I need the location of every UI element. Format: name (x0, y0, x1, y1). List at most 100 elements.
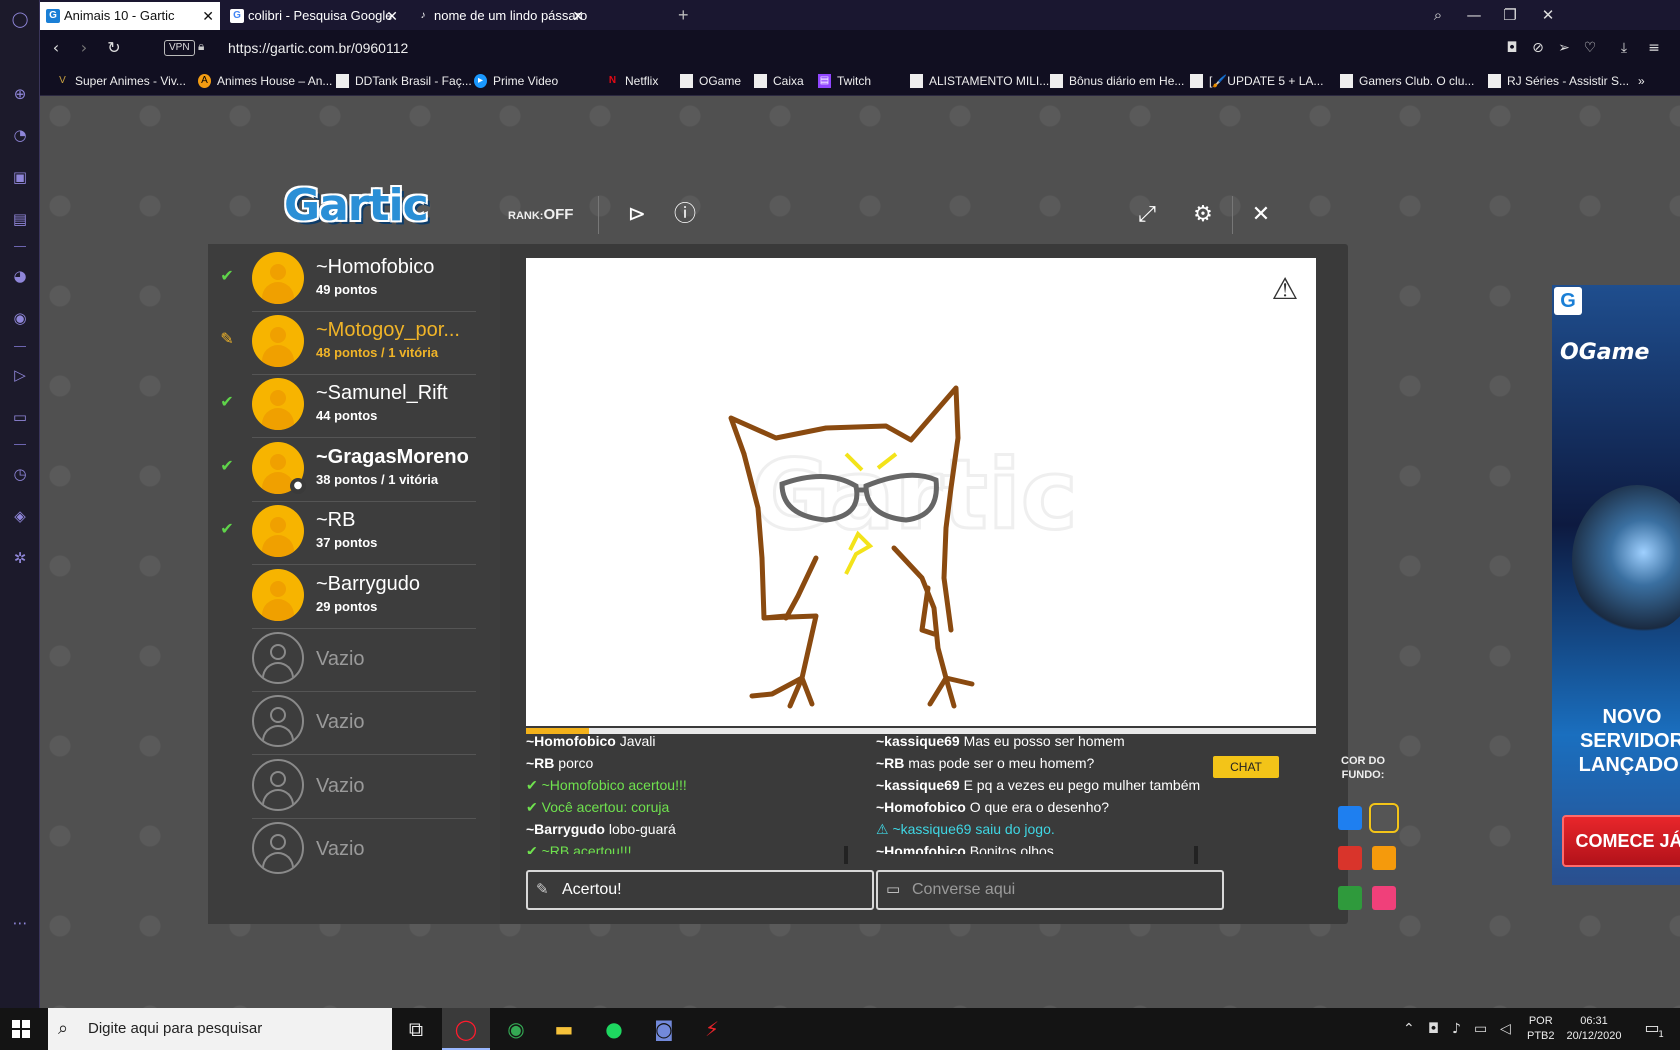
network-icon[interactable]: ▭ (1474, 1008, 1487, 1050)
close-room-icon[interactable]: ✕ (1246, 200, 1276, 230)
gartic-logo[interactable]: Gartic (284, 180, 429, 231)
cube-icon[interactable]: ◈ (9, 505, 31, 527)
bookmark-item[interactable]: OGame (680, 66, 741, 96)
bookmark-item[interactable]: Gamers Club. O clu... (1340, 66, 1474, 96)
adblock-icon[interactable]: ⊘ (1528, 38, 1548, 58)
tab-gartic[interactable]: G Animais 10 - Gartic ✕ (40, 2, 220, 30)
player-row[interactable]: ✔ ~RB 37 pontos (208, 497, 500, 565)
new-tab-button[interactable]: + (678, 0, 689, 30)
fullscreen-icon[interactable]: ⤢ (1132, 200, 1162, 230)
close-tab-icon[interactable]: ✕ (572, 2, 584, 30)
speed-dial-icon[interactable]: ◔ (9, 124, 31, 146)
player-row[interactable]: ~Barrygudo 29 pontos (208, 561, 500, 629)
minimize-icon[interactable]: — (1456, 0, 1492, 30)
chat-toggle-button[interactable]: CHAT (1213, 756, 1279, 778)
bookmark-item[interactable]: N Netflix (606, 66, 658, 96)
background-color-swatch[interactable] (1372, 886, 1396, 910)
bookmark-item[interactable]: [🖌️UPDATE 5 + LA... (1190, 66, 1323, 96)
close-tab-icon[interactable]: ✕ (386, 2, 398, 30)
url-field[interactable]: https://gartic.com.br/0960112 (228, 30, 408, 66)
snapshot-icon[interactable]: ◘ (1502, 38, 1522, 58)
answer-input[interactable]: ✎ Acertou! (526, 870, 874, 910)
background-color-swatch[interactable] (1338, 806, 1362, 830)
answers-scrollbar[interactable] (844, 846, 848, 864)
background-color-swatch[interactable] (1338, 886, 1362, 910)
bookmark-item[interactable]: DDTank Brasil - Faç... (336, 66, 472, 96)
ad-cta-button[interactable]: COMECE JÁ! (1562, 815, 1680, 867)
settings-gear-icon[interactable]: ⚙ (1188, 200, 1218, 230)
download-icon[interactable]: ⤓ (1614, 38, 1634, 58)
heart-icon[interactable]: ♡ (1580, 38, 1600, 58)
notification-center-icon[interactable]: ▭ 1 (1640, 1018, 1664, 1040)
player-row[interactable]: ✔ ~Samunel_Rift 44 pontos (208, 370, 500, 438)
task-view-icon[interactable]: ⧉ (392, 1008, 440, 1050)
bookmark-item[interactable]: Caixa (754, 66, 804, 96)
system-clock[interactable]: 06:31 20/12/2020 (1560, 1014, 1628, 1044)
language-indicator[interactable]: POR PTB2 (1527, 1014, 1555, 1044)
chat-input[interactable]: ▭ Converse aqui (876, 870, 1224, 910)
bookmarks-more-button[interactable]: » (1638, 66, 1645, 96)
more-icon[interactable]: ⋯ (9, 912, 31, 934)
reload-icon[interactable]: ↻ (104, 38, 124, 58)
easy-setup-icon[interactable]: ≡ (1644, 38, 1664, 58)
background-color-swatch[interactable] (1338, 846, 1362, 870)
file-explorer-icon[interactable]: ▬ (540, 1008, 588, 1050)
chat-scrollbar[interactable] (1194, 846, 1198, 864)
info-icon[interactable]: ⓘ (670, 200, 700, 230)
vpn-badge[interactable]: VPN (164, 40, 195, 56)
messenger-icon[interactable]: ◕ (9, 265, 31, 287)
gamepad-icon[interactable]: ⊕ (9, 83, 31, 105)
tray-app-icon[interactable]: ◘ (1428, 1008, 1439, 1050)
back-icon[interactable]: ‹ (46, 38, 66, 58)
language-code: POR (1528, 1015, 1553, 1027)
avatar (252, 569, 304, 621)
history-icon[interactable]: ◷ (9, 463, 31, 485)
app-bolt-icon[interactable]: ⚡ (688, 1008, 736, 1050)
clock-date: 20/12/2020 (1566, 1030, 1622, 1042)
microphone-icon[interactable]: ♪ (1452, 1008, 1461, 1050)
whatsapp-icon[interactable]: ◉ (9, 307, 31, 329)
notification-count: 1 (1658, 1030, 1664, 1040)
player-row[interactable]: ✔ ~Homofobico 49 pontos (208, 244, 500, 312)
settings-icon[interactable]: ✲ (9, 547, 31, 569)
bookmark-item[interactable]: V Super Animes - Viv... (56, 66, 186, 96)
background-color-swatch[interactable] (1369, 803, 1399, 833)
chrome-taskbar-icon[interactable]: ◉ (492, 1008, 540, 1050)
forward-icon[interactable]: › (74, 38, 94, 58)
tray-chevron-icon[interactable]: ⌃ (1403, 1008, 1415, 1050)
message-text: Bonitos olhos. (969, 843, 1058, 854)
drawing-canvas[interactable]: Gartic ⚠ (526, 258, 1316, 726)
message-text: ~RB acertou!!! (541, 843, 632, 854)
wallet-icon[interactable]: ▭ (9, 406, 31, 428)
restore-icon[interactable]: ❐ (1492, 0, 1528, 30)
play-video-icon[interactable]: ⊳ (622, 200, 652, 230)
player-row[interactable]: ✔ ● ~GragasMoreno 38 pontos / 1 vitória (208, 434, 500, 502)
tab-bird-name[interactable]: ♪ nome de um lindo pássaro ✕ (410, 2, 590, 30)
lock-icon[interactable]: 🔒︎ (198, 39, 210, 55)
send-icon[interactable]: ▷ (9, 364, 31, 386)
search-tabs-icon[interactable]: ⌕ (1420, 0, 1456, 30)
bookmark-item[interactable]: ALISTAMENTO MILI... (910, 66, 1049, 96)
close-window-icon[interactable]: ✕ (1530, 0, 1566, 30)
bookmark-item[interactable]: RJ Séries - Assistir S... (1488, 66, 1629, 96)
opera-logo-icon[interactable]: ◯ (9, 8, 31, 30)
taskbar-search[interactable]: ⌕ Digite aqui para pesquisar (48, 1008, 392, 1050)
bookmark-item[interactable]: Bônus diário em He... (1050, 66, 1184, 96)
opera-taskbar-icon[interactable]: ◯ (442, 1008, 490, 1050)
twitch-icon[interactable]: ▤ (9, 208, 31, 230)
close-tab-icon[interactable]: ✕ (202, 2, 214, 30)
bookmark-item[interactable]: ▸ Prime Video (474, 66, 558, 96)
extensions-icon[interactable]: ▣ (9, 166, 31, 188)
player-row[interactable]: ✎ ~Motogoy_por... 48 pontos / 1 vitória (208, 307, 500, 375)
send-icon[interactable]: ➢ (1554, 38, 1574, 58)
tab-google[interactable]: G colibri - Pesquisa Google ✕ (224, 2, 404, 30)
spotify-icon[interactable]: ● (590, 1008, 638, 1050)
background-color-swatch[interactable] (1372, 846, 1396, 870)
windows-start-icon[interactable] (12, 1020, 30, 1038)
bookmark-item[interactable]: A Animes House – An... (198, 66, 332, 96)
volume-icon[interactable]: ◁ (1500, 1008, 1511, 1050)
discord-icon[interactable]: ◙ (640, 1008, 688, 1050)
bookmark-item[interactable]: ▤ Twitch (818, 66, 871, 96)
report-warning-icon[interactable]: ⚠ (1266, 272, 1304, 308)
ogame-ad[interactable]: G i ✕ OGame NOVO SERVIDOR LANÇADO! COMEC… (1552, 285, 1680, 885)
